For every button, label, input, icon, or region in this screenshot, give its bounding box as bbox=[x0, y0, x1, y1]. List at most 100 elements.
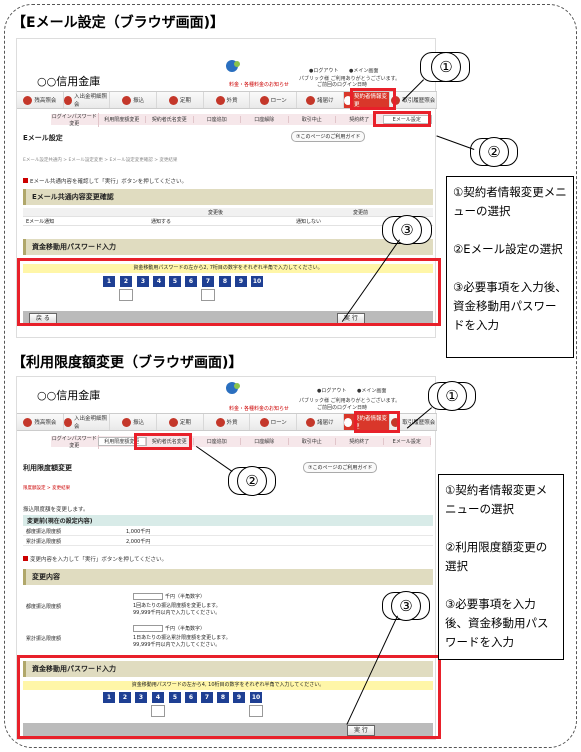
menu-transfer[interactable]: 振込 bbox=[110, 414, 158, 430]
menu-statement[interactable]: 入出金明細照会 bbox=[63, 414, 111, 430]
limit-input-row: 千円（半角数字） bbox=[133, 625, 205, 632]
menu-forex[interactable]: 外貨 bbox=[204, 92, 251, 108]
menu-transfer[interactable]: 振込 bbox=[110, 92, 158, 108]
menu-icon bbox=[23, 417, 33, 427]
submenu-suspend[interactable]: 取引中止 bbox=[289, 438, 336, 445]
menu-balance[interactable]: 残高照会 bbox=[17, 414, 64, 430]
highlight-contract-menu bbox=[350, 88, 396, 110]
page-title: Eメール設定 bbox=[23, 134, 63, 142]
menu-loan[interactable]: ローン bbox=[250, 92, 298, 108]
callout-2: ② bbox=[479, 137, 509, 167]
unit-text: 千円（半角数字） bbox=[165, 594, 206, 600]
callout-1: ① bbox=[437, 381, 467, 411]
help-text: 1回あたりの振込限度額を変更します。 bbox=[133, 603, 221, 609]
notice-text: Eメール共通内容を確認して「実行」ボタンを押してください。 bbox=[23, 177, 187, 185]
menu-icon bbox=[259, 95, 269, 105]
menu-deposit[interactable]: 定期 bbox=[157, 414, 204, 430]
logout-link[interactable]: ●ログアウト bbox=[317, 387, 346, 394]
submenu-login-password[interactable]: ログインパスワード変更 bbox=[51, 434, 99, 449]
logout-link[interactable]: ●ログアウト bbox=[309, 67, 338, 74]
row-label: 累計振込限度額 bbox=[26, 538, 62, 545]
row-label: 都度振込限度額 bbox=[26, 604, 62, 610]
menu-icon bbox=[259, 417, 269, 427]
submenu-terminate[interactable]: 契約終了 bbox=[336, 438, 384, 445]
menu-label: 諸届け bbox=[317, 98, 334, 104]
pay-easy-logo bbox=[226, 382, 240, 394]
submenu-remove-account[interactable]: 口座解除 bbox=[241, 116, 289, 123]
help-text: 99,999千円以内で入力してください。 bbox=[133, 642, 221, 648]
submenu-remove-account[interactable]: 口座解除 bbox=[241, 438, 289, 445]
fee-link[interactable]: 料金・各種料金のお知らせ bbox=[229, 81, 289, 88]
menu-icon bbox=[343, 417, 352, 427]
row-value: 2,000千円 bbox=[126, 538, 151, 545]
menu-label: 外貨 bbox=[226, 420, 238, 426]
submenu-suspend[interactable]: 取引中止 bbox=[289, 116, 336, 123]
last-login-text: ご前回のログイン日時 bbox=[317, 82, 368, 88]
menu-icon bbox=[215, 95, 225, 105]
help-guide-button[interactable]: ⑦このページのご利用ガイド bbox=[291, 131, 366, 142]
breadcrumb: 限度額設定 > 変更結果 bbox=[23, 486, 71, 491]
per-transfer-limit-input[interactable] bbox=[133, 593, 163, 600]
menu-icon bbox=[168, 95, 178, 105]
menu-label: 取引履歴照会 bbox=[402, 98, 436, 104]
unit-text: 千円（半角数字） bbox=[165, 626, 206, 632]
notice-marker-icon bbox=[23, 556, 28, 561]
heading-limit-change: 【利用限度額変更（ブラウザ画面)】 bbox=[12, 355, 243, 371]
submenu-limit[interactable]: 利用限度額変更 bbox=[99, 116, 146, 123]
row-value: 1,000千円 bbox=[126, 528, 151, 535]
col-before: 変更前 bbox=[352, 209, 368, 216]
menu-deposit[interactable]: 定期 bbox=[157, 92, 204, 108]
section-header: 変更内容 bbox=[23, 569, 433, 585]
menu-notifications[interactable]: 諸届け bbox=[297, 92, 344, 108]
submenu-add-account[interactable]: 口座追加 bbox=[194, 438, 241, 445]
menu-icon bbox=[122, 417, 132, 427]
menu-label: 入出金明細照会 bbox=[73, 94, 107, 108]
row-label: Eメール通知 bbox=[26, 218, 55, 225]
menu-balance[interactable]: 残高照会 bbox=[17, 92, 64, 108]
instruction-note-limit: ①契約者情報変更メニューの選択 ②利用限度額変更の選択 ③必要事項を入力後、資金… bbox=[438, 474, 564, 660]
help-guide-button[interactable]: ⑦このページのご利用ガイド bbox=[303, 462, 378, 473]
highlight-password-area bbox=[17, 655, 441, 739]
breadcrumb: Eメール設定共通内 > Eメール設定変更 > Eメール設定変更確認 > 変更結果 bbox=[23, 158, 178, 163]
submenu-name[interactable]: 契約者氏名変更 bbox=[146, 116, 194, 123]
menu-label: ローン bbox=[270, 98, 287, 104]
main-screen-link[interactable]: ●メイン画面 bbox=[349, 67, 378, 74]
submenu-add-account[interactable]: 口座追加 bbox=[194, 116, 241, 123]
menu-label: 入出金明細照会 bbox=[73, 416, 107, 430]
limit-input-row: 千円（半角数字） bbox=[133, 593, 205, 600]
menu-icon bbox=[215, 417, 225, 427]
menu-label: 外貨 bbox=[226, 98, 238, 104]
menu-icon bbox=[122, 95, 132, 105]
menu-icon bbox=[306, 417, 316, 427]
section-header: Eメール共通内容変更確認 bbox=[23, 189, 433, 205]
highlight-limit-submenu bbox=[134, 433, 192, 450]
menu-label: ローン bbox=[270, 420, 287, 426]
menu-history[interactable]: 取引履歴照会 bbox=[390, 92, 438, 108]
notice-label: Eメール共通内容を確認して「実行」ボタンを押してください。 bbox=[30, 179, 187, 185]
highlight-email-submenu bbox=[373, 111, 431, 127]
menu-loan[interactable]: ローン bbox=[250, 414, 298, 430]
greeting-text: パブリック様 ご利用ありがとうございます。 bbox=[299, 398, 401, 404]
password-section-header: 資金移動用パスワード入力 bbox=[23, 239, 433, 255]
highlight-contract-menu bbox=[354, 411, 400, 433]
instruction-note-email: ①契約者情報変更メニューの選択 ②Eメール設定の選択 ③必要事項を入力後、資金移… bbox=[446, 176, 574, 358]
daily-limit-input[interactable] bbox=[133, 625, 163, 632]
fee-link[interactable]: 料金・各種料金のお知らせ bbox=[229, 405, 289, 412]
callout-2: ② bbox=[237, 466, 267, 496]
intro-text: 振込限度額を変更します。 bbox=[23, 507, 89, 513]
callout-1: ① bbox=[431, 52, 461, 82]
menu-icon bbox=[23, 95, 33, 105]
menu-statement[interactable]: 入出金明細照会 bbox=[63, 92, 111, 108]
menu-notifications[interactable]: 諸届け bbox=[297, 414, 344, 430]
notice-text: 変更内容を入力して「実行」ボタンを押してください。 bbox=[23, 555, 167, 563]
heading-email-settings: 【Eメール設定（ブラウザ画面)】 bbox=[12, 15, 224, 31]
menu-forex[interactable]: 外貨 bbox=[204, 414, 251, 430]
menu-label: 振込 bbox=[133, 98, 145, 104]
submenu-email[interactable]: Eメール設定 bbox=[384, 438, 431, 445]
main-screen-link[interactable]: ●メイン画面 bbox=[357, 387, 386, 394]
help-text: 99,999千円以内で入力してください。 bbox=[133, 610, 221, 616]
notice-marker-icon bbox=[23, 178, 28, 183]
row-label: 都度振込限度額 bbox=[26, 528, 62, 535]
current-settings-header: 変更前(現在の設定内容) bbox=[23, 515, 433, 526]
submenu-login-password[interactable]: ログインパスワード変更 bbox=[51, 112, 99, 127]
